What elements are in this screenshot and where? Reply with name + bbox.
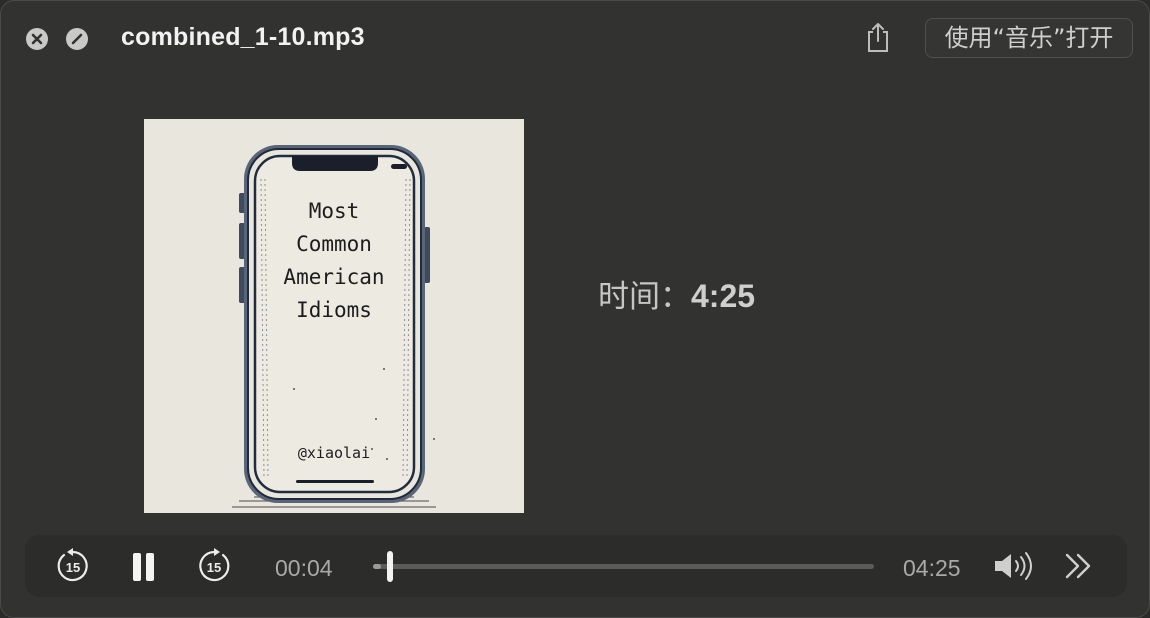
- artwork-title-line: Most: [308, 199, 360, 223]
- disable-icon: [71, 33, 83, 45]
- duration-label: 时间：: [598, 279, 691, 315]
- skip-back-seconds: 15: [66, 560, 80, 575]
- skip-forward-button[interactable]: 15: [195, 547, 233, 590]
- artwork-title: Most Common American Idioms: [144, 195, 524, 327]
- disable-button[interactable]: [66, 28, 88, 50]
- skip-back-15-icon: 15: [57, 548, 88, 582]
- skip-forward-seconds: 15: [207, 560, 221, 575]
- open-with-music-button[interactable]: 使用“音乐”打开: [925, 18, 1133, 58]
- total-time: 04:25: [903, 555, 961, 581]
- share-icon: [868, 23, 888, 52]
- skip-back-button[interactable]: 15: [54, 547, 92, 590]
- close-button[interactable]: [26, 28, 48, 50]
- chevron-double-right-icon: [1065, 553, 1091, 579]
- close-icon: [31, 33, 43, 45]
- window-title: combined_1-10.mp3: [121, 23, 365, 51]
- progress-handle[interactable]: [386, 551, 393, 582]
- quicklook-window: combined_1-10.mp3 使用“音乐”打开 Most Common A…: [0, 0, 1150, 618]
- progress-played: [373, 564, 381, 569]
- artwork-title-line: Idioms: [296, 298, 372, 322]
- playback-controls: 15 15 00:04 04:25: [25, 535, 1127, 597]
- skip-forward-15-icon: 15: [199, 548, 230, 582]
- album-artwork: Most Common American Idioms @xiaolai: [144, 119, 524, 513]
- pause-button[interactable]: [131, 552, 157, 587]
- volume-icon: [995, 552, 1032, 580]
- artwork-handle: @xiaolai: [297, 444, 371, 462]
- volume-button[interactable]: [993, 551, 1037, 586]
- more-controls-button[interactable]: [1064, 552, 1094, 585]
- artwork-title-line: Common: [296, 232, 372, 256]
- duration-value: 4:25: [691, 278, 756, 314]
- share-button[interactable]: [863, 21, 893, 53]
- progress-track[interactable]: [373, 551, 874, 582]
- pause-icon: [133, 553, 154, 581]
- current-time: 00:04: [275, 555, 333, 581]
- duration-info: 时间：4:25: [598, 271, 755, 316]
- artwork-title-line: American: [283, 265, 385, 289]
